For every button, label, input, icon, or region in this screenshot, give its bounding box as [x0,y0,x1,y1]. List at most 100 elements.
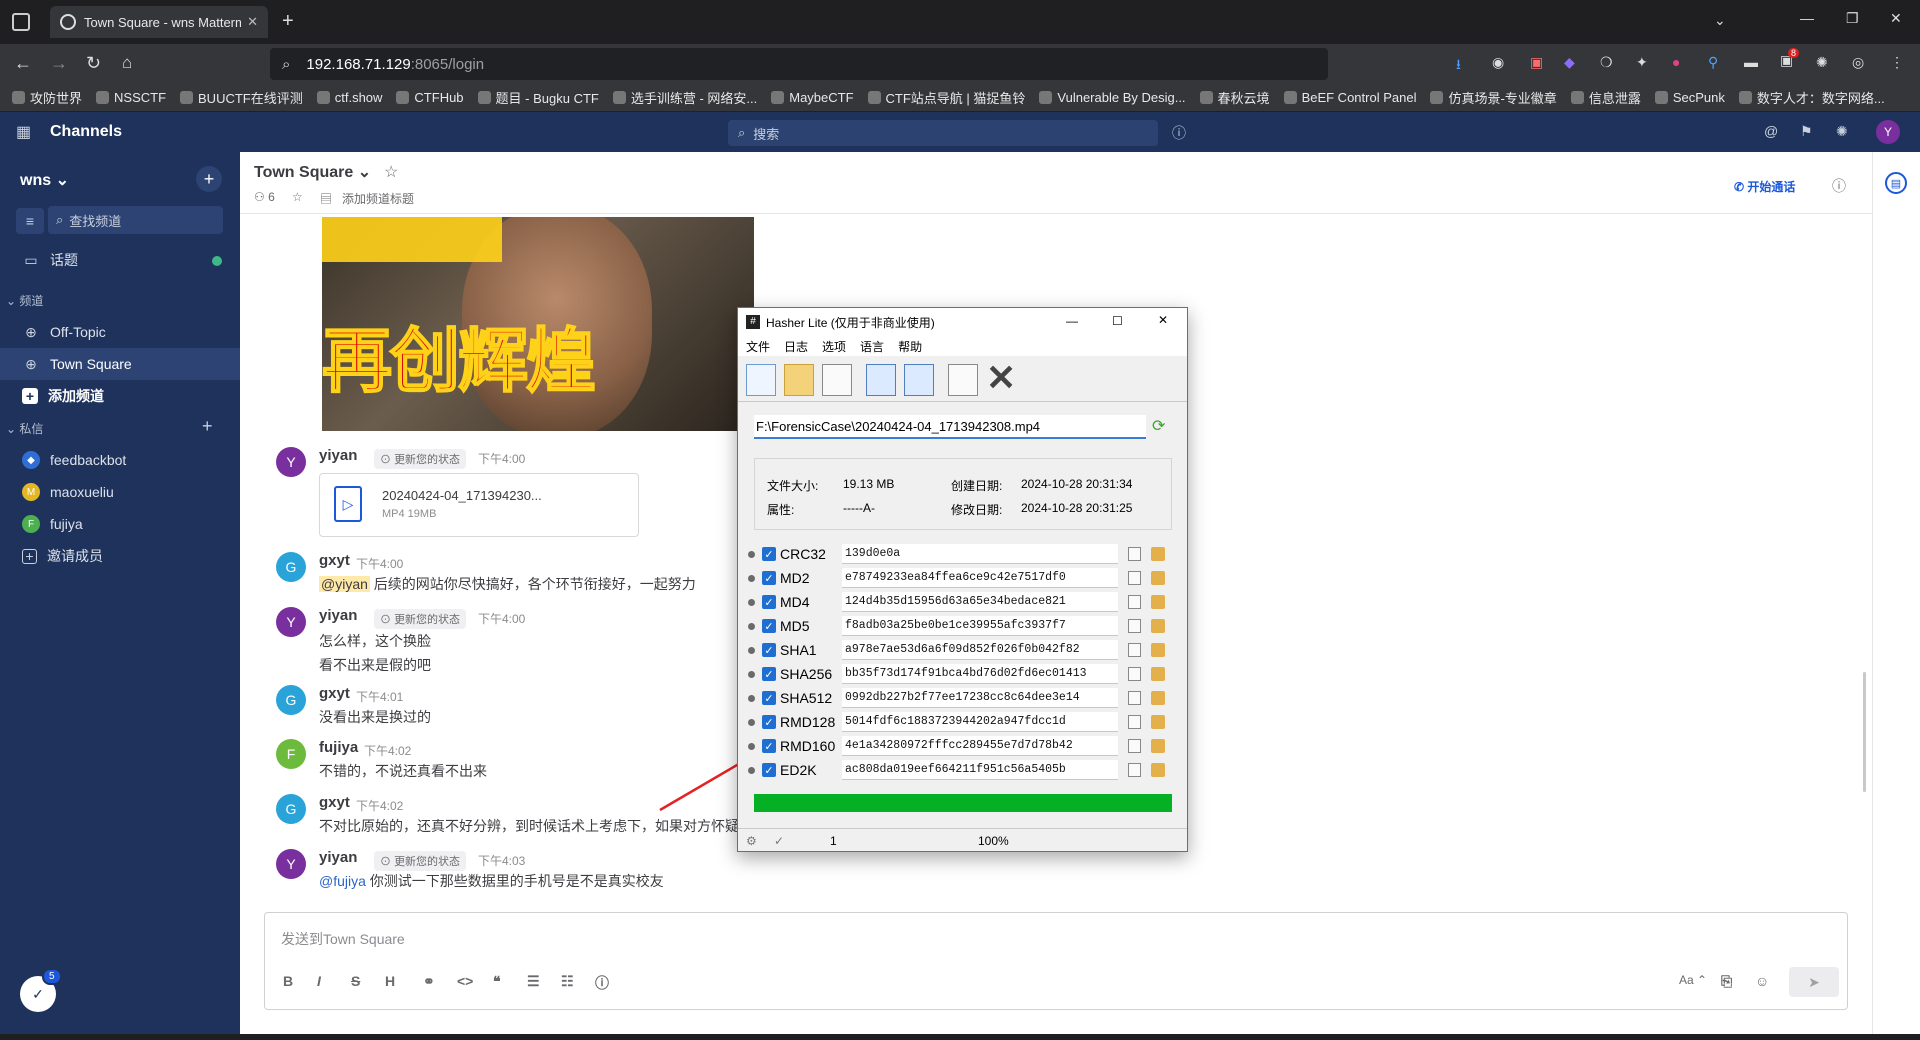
profile-icon[interactable]: ◎ [1852,54,1864,71]
compare-icon[interactable] [1151,643,1165,657]
send-button[interactable]: ➤ [1789,967,1839,997]
remove-file-icon[interactable] [948,364,978,396]
extension-icon[interactable]: ◆ [1564,54,1575,71]
bookmark[interactable]: 选手训练营 - 网络安... [612,88,757,107]
emoji-icon[interactable]: ☺ [1755,973,1769,989]
copy-icon[interactable] [1128,763,1141,777]
hash-value[interactable]: 0992db227b2f77ee17238cc8c64dee3e14 [842,688,1118,708]
home-icon[interactable]: ⌂ [122,53,132,73]
checkbox[interactable]: ✓ [762,619,776,633]
invite-members-button[interactable]: + 邀请成员 [0,540,240,572]
sidebar-item-fujiya[interactable]: Ffujiya [0,508,240,540]
compare-icon[interactable] [1151,691,1165,705]
file-path-input[interactable]: F:\ForensicCase\20240424-04_1713942308.m… [754,415,1146,439]
mention-icon[interactable]: @ [1764,123,1778,139]
post-time[interactable]: 下午4:00 [356,555,403,572]
download-icon[interactable]: ⭳ [1456,54,1461,78]
bookmark[interactable]: 题目 - Bugku CTF [477,88,599,107]
checkbox[interactable]: ✓ [762,715,776,729]
post-time[interactable]: 下午4:03 [478,852,525,869]
sidebar-item-off-topic[interactable]: ⊕ Off-Topic [0,316,240,348]
copy-icon[interactable] [1128,595,1141,609]
onboarding-button[interactable]: ✓ 5 [20,968,62,1012]
close-window-icon[interactable]: ✕ [1890,10,1902,27]
reload-icon[interactable]: ↻ [86,53,101,74]
menu-item[interactable]: 帮助 [898,338,922,355]
bookmark[interactable]: CTFHub [396,90,464,105]
pinned-icon[interactable]: ☆ [292,190,303,204]
settings-icon[interactable]: ✺ [1836,123,1848,140]
checkbox[interactable]: ✓ [762,595,776,609]
extension-icon[interactable]: ● [1672,54,1680,70]
hash-value[interactable]: 124d4b35d15956d63a65e34bedace821 [842,592,1118,612]
avatar[interactable]: Y [276,849,306,879]
hash-value[interactable]: f8adb03a25be0be1ce39955afc3937f7 [842,616,1118,636]
bookmark[interactable]: ctf.show [316,90,382,105]
copy-icon[interactable] [1128,643,1141,657]
back-icon[interactable]: ← [14,53,32,74]
heading-icon[interactable]: H [385,973,395,989]
hash-value[interactable]: bb35f73d174f91bca4bd76d02fd6ec01413 [842,664,1118,684]
maximize-icon[interactable]: ☐ [1112,314,1123,328]
hash-value[interactable]: a978e7ae53d6a6f09d852f026f0b042f82 [842,640,1118,660]
menu-item[interactable]: 日志 [784,338,808,355]
info-icon[interactable]: ⓘ [1832,176,1846,196]
message-composer[interactable]: 发送到Town Square B I S H ⚭ <> ❝ ☰ ☷ ⓘ Aa ⌃… [264,912,1848,1010]
bookmark[interactable]: 仿真场景-专业徽章 [1430,88,1557,107]
bold-icon[interactable]: B [283,973,293,989]
user-avatar[interactable]: Y [1876,120,1900,144]
add-icon[interactable]: + [196,166,222,192]
bookmark[interactable]: SecPunk [1654,90,1725,105]
formatting-toggle[interactable]: Aa ⌃ [1679,973,1707,987]
clear-icon[interactable]: ✕ [986,360,1016,396]
menu-item[interactable]: 选项 [822,338,846,355]
sidebar-item-town-square[interactable]: ⊕ Town Square [0,348,240,380]
copy-icon[interactable] [1128,619,1141,633]
help-icon[interactable]: ⓘ [1172,123,1186,143]
new-file-icon[interactable] [746,364,776,396]
compare-icon[interactable] [1151,739,1165,753]
post-time[interactable]: 下午4:00 [478,610,525,627]
browser-tab[interactable]: Town Square - wns Mattermost ✕ [50,6,268,38]
numbered-list-icon[interactable]: ☷ [561,973,574,990]
tab-dropdown-icon[interactable]: ⌄ [1714,12,1726,29]
checkbox[interactable]: ✓ [762,571,776,585]
bookmark[interactable]: MaybeCTF [771,90,854,105]
menu-icon[interactable]: ⋮ [1890,54,1904,71]
account-icon[interactable]: ◉ [1492,54,1504,71]
checkbox[interactable]: ✓ [762,547,776,561]
tab-list-icon[interactable] [12,13,30,31]
bookmark[interactable]: 信息泄露 [1570,88,1641,107]
post-author[interactable]: yiyan [319,447,357,464]
tab-close-icon[interactable]: ✕ [247,14,258,30]
compare-icon[interactable] [1151,619,1165,633]
post-author[interactable]: gxyt [319,794,350,811]
checkbox[interactable]: ✓ [762,739,776,753]
mention[interactable]: @yiyan [319,576,370,592]
info-icon[interactable]: ⓘ [595,973,609,993]
settings-icon[interactable]: ✺ [1816,54,1828,71]
minimize-icon[interactable]: — [1800,10,1814,26]
favorite-star-icon[interactable]: ☆ [384,162,398,182]
menu-item[interactable]: 文件 [746,338,770,355]
code-icon[interactable]: <> [457,973,473,989]
bookmark[interactable]: BeEF Control Panel [1283,90,1416,105]
avatar[interactable]: Y [276,447,306,477]
post-time[interactable]: 下午4:01 [356,688,403,705]
sidebar-item-threads[interactable]: ▭ 话题 [0,244,240,276]
avatar[interactable]: G [276,794,306,824]
bookmark[interactable]: 春秋云境 [1199,88,1270,107]
checkbox[interactable]: ✓ [762,643,776,657]
bookmark[interactable]: NSSCTF [96,90,166,105]
sidebar-item-maoxueliu[interactable]: Mmaoxueliu [0,476,240,508]
close-icon[interactable]: ✕ [1158,313,1168,327]
mention[interactable]: @fujiya [319,873,366,889]
copy-icon[interactable] [1128,667,1141,681]
open-folder-icon[interactable] [784,364,814,396]
bullet-list-icon[interactable]: ☰ [527,973,540,990]
hash-value[interactable]: 5014fdf6c1883723944202a947fdcc1d [842,712,1118,732]
hash-value[interactable]: 139d0e0a [842,544,1118,564]
bookmark[interactable]: BUUCTF在线评测 [180,88,303,107]
avatar[interactable]: Y [276,607,306,637]
post-author[interactable]: yiyan [319,849,357,866]
